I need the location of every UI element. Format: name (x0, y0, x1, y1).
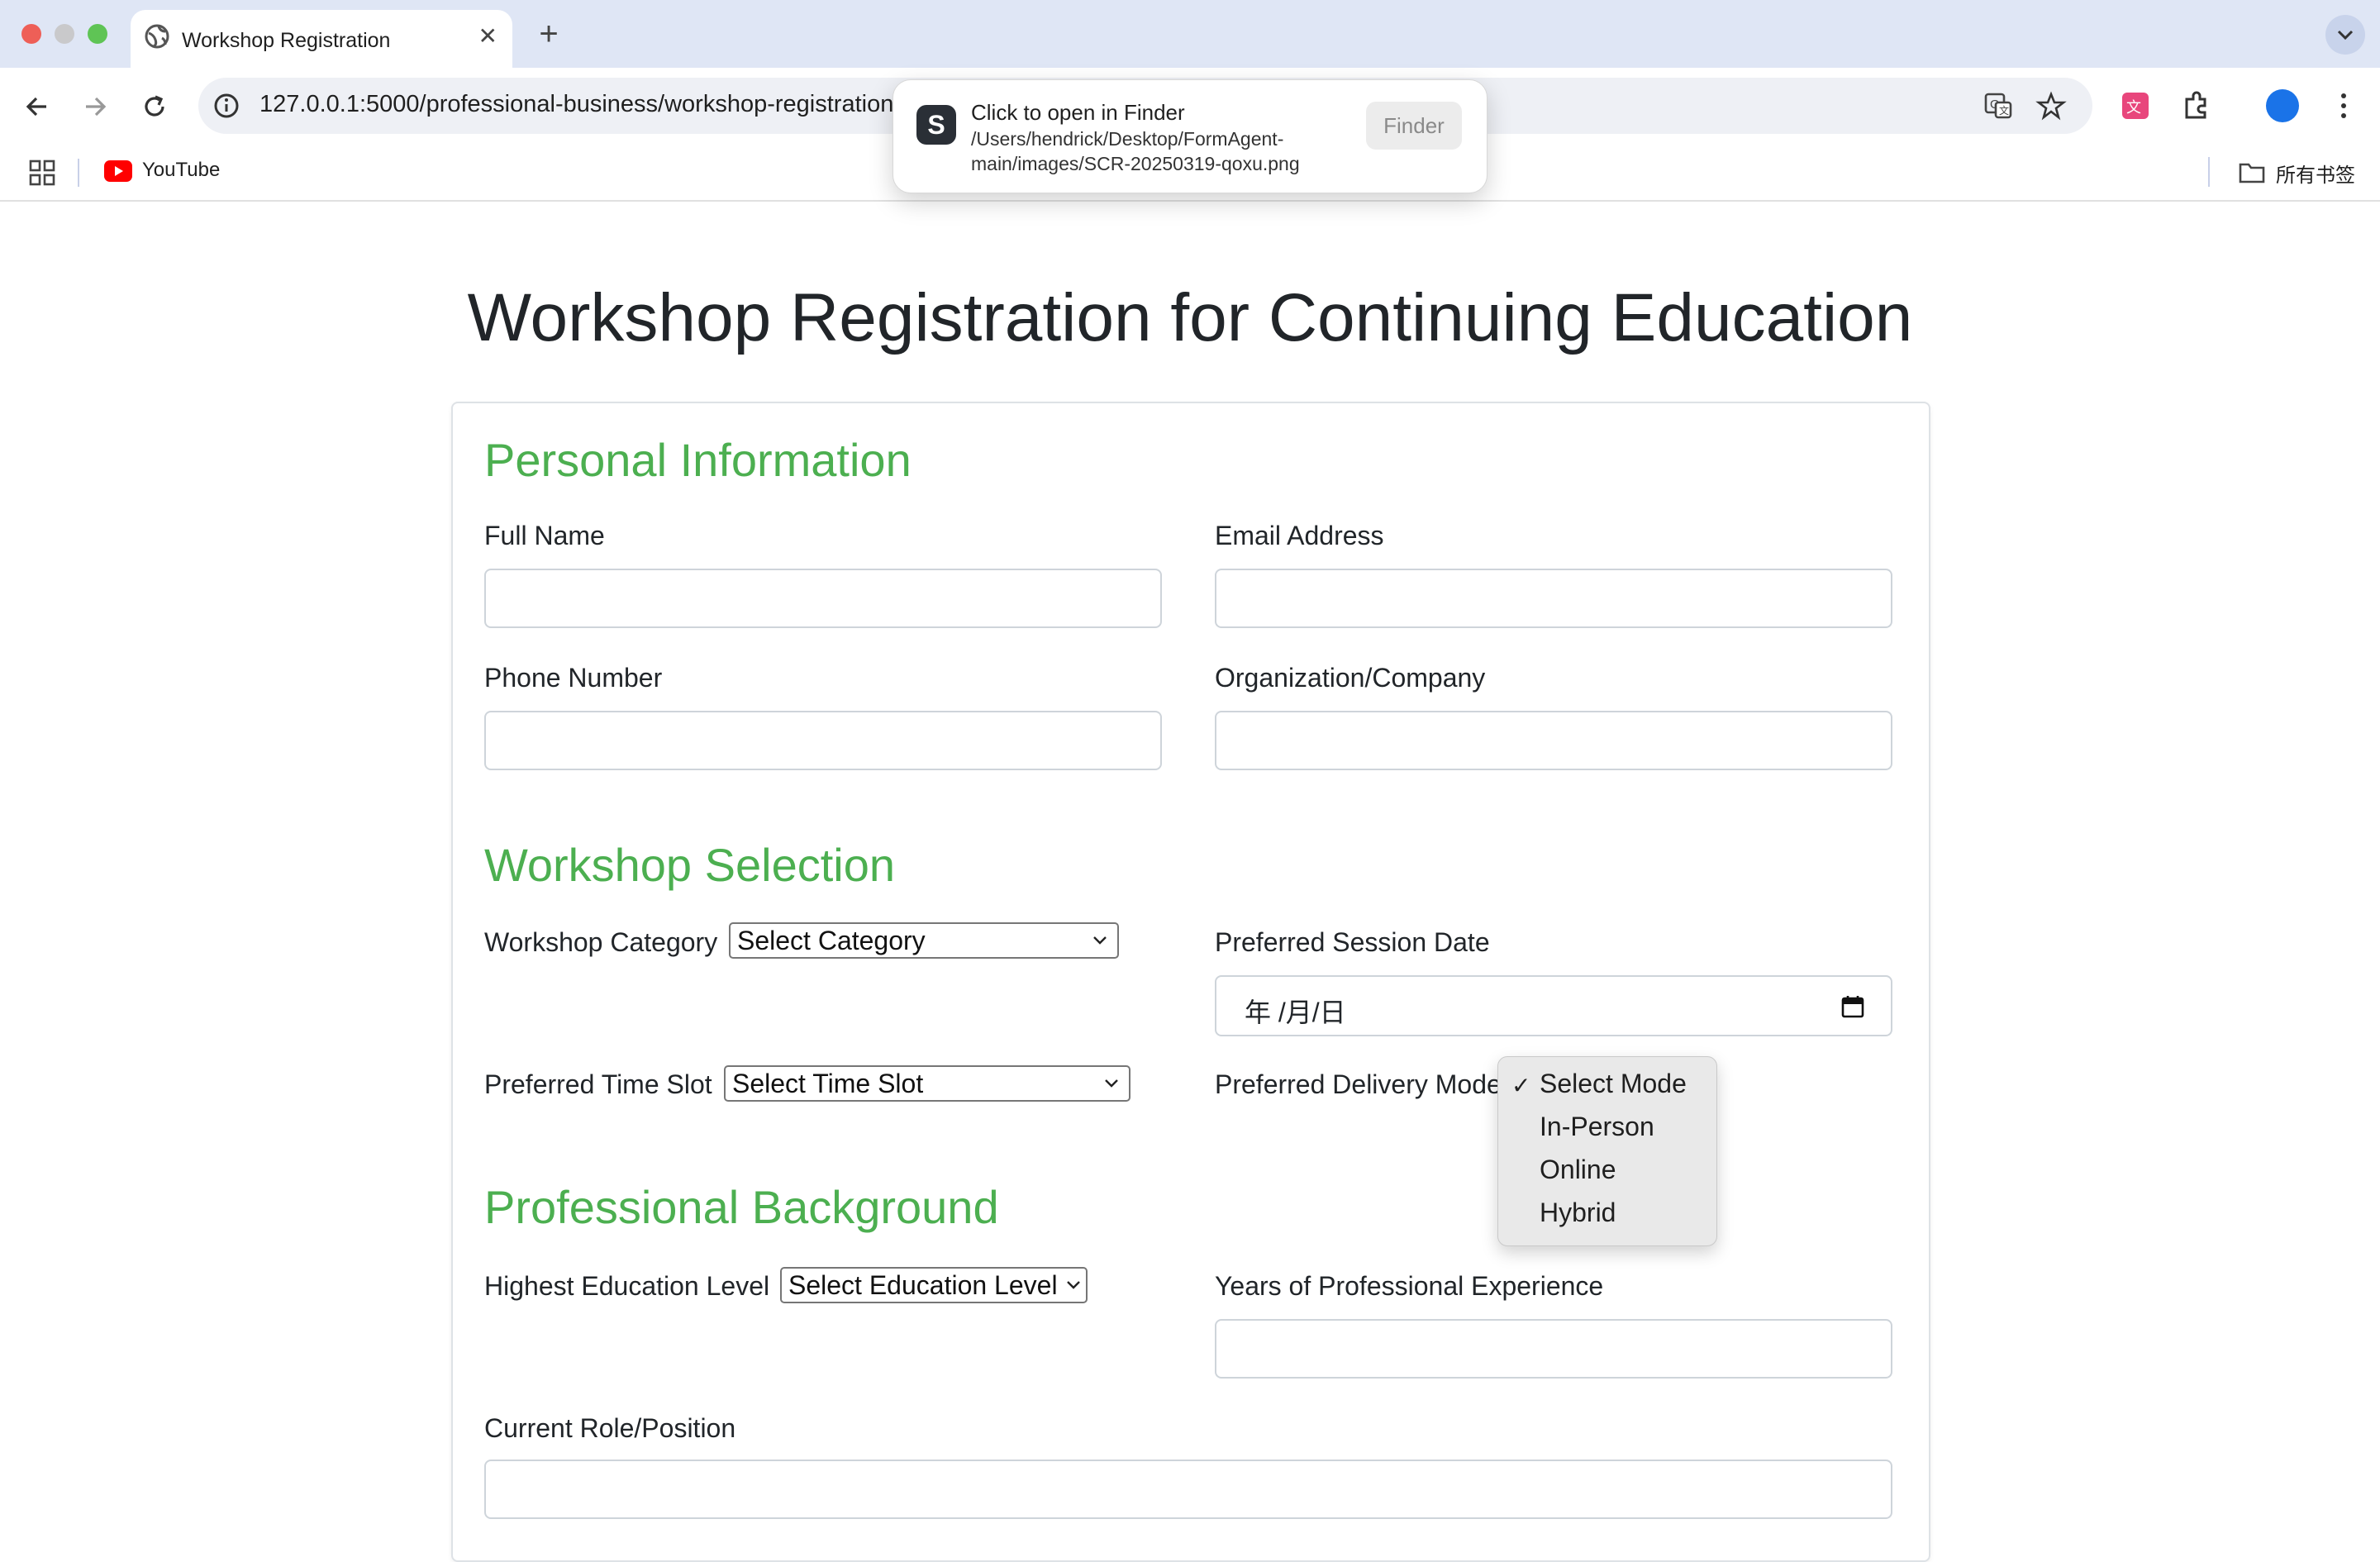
reload-icon[interactable] (136, 88, 174, 126)
full-name-label: Full Name (484, 521, 605, 550)
new-tab-button[interactable]: + (532, 13, 565, 55)
url-text: 127.0.0.1:5000/professional-business/wor… (259, 91, 894, 117)
section-heading-background: Professional Background (484, 1181, 999, 1233)
youtube-icon (104, 160, 132, 182)
site-info-icon[interactable] (210, 89, 243, 122)
calendar-icon[interactable] (1840, 993, 1866, 1020)
workshop-category-select[interactable]: Select Category (729, 922, 1119, 959)
minimize-window-button[interactable] (55, 24, 74, 44)
tab-title: Workshop Registration (182, 29, 391, 52)
popup-title: Click to open in Finder (971, 100, 1185, 125)
chevron-down-icon (1093, 936, 1107, 945)
extension-icon[interactable]: 文 (2117, 88, 2154, 124)
organization-input[interactable] (1215, 711, 1892, 770)
delivery-option-hybrid[interactable]: Hybrid (1540, 1198, 1616, 1228)
delivery-option-online[interactable]: Online (1540, 1155, 1616, 1185)
browser-tab[interactable]: Workshop Registration ✕ (131, 10, 512, 68)
translate-icon[interactable]: G 文 (1982, 89, 2015, 122)
maximize-window-button[interactable] (88, 24, 107, 44)
profile-avatar[interactable] (2266, 89, 2299, 122)
time-slot-label: Preferred Time Slot (484, 1069, 712, 1099)
phone-input[interactable] (484, 711, 1162, 770)
close-window-button[interactable] (21, 24, 41, 44)
session-date-placeholder: 年 /月/日 (1245, 998, 1346, 1027)
download-finder-popup[interactable]: S Click to open in Finder /Users/hendric… (892, 79, 1488, 193)
bookmark-star-icon[interactable] (2035, 89, 2068, 122)
menu-kebab-icon[interactable] (2325, 88, 2362, 124)
education-level-select[interactable]: Select Education Level (780, 1267, 1088, 1303)
time-slot-value: Select Time Slot (732, 1069, 924, 1098)
full-name-input[interactable] (484, 569, 1162, 628)
experience-label: Years of Professional Experience (1215, 1271, 1604, 1301)
tab-close-icon[interactable]: ✕ (478, 24, 497, 49)
delivery-mode-label: Preferred Delivery Mode (1215, 1069, 1502, 1099)
delivery-option-in-person[interactable]: In-Person (1540, 1112, 1654, 1142)
popup-file-path: /Users/hendrick/Desktop/FormAgent-main/i… (971, 128, 1300, 174)
delivery-option-select-mode[interactable]: Select Mode (1540, 1069, 1687, 1099)
apps-grid-icon[interactable] (28, 159, 56, 187)
workshop-category-value: Select Category (737, 926, 926, 955)
tab-search-button[interactable] (2325, 15, 2365, 55)
svg-text:文: 文 (1999, 104, 2009, 117)
open-in-finder-button[interactable]: Finder (1366, 102, 1462, 150)
section-heading-workshop: Workshop Selection (484, 839, 895, 891)
chevron-down-icon (1105, 1079, 1118, 1088)
current-role-label: Current Role/Position (484, 1413, 736, 1443)
session-date-input[interactable]: 年 /月/日 (1215, 975, 1892, 1036)
folder-icon (2239, 163, 2265, 183)
email-input[interactable] (1215, 569, 1892, 628)
screenshot-app-icon: S (916, 105, 956, 145)
time-slot-select[interactable]: Select Time Slot (724, 1065, 1130, 1102)
education-level-value: Select Education Level (788, 1270, 1058, 1300)
experience-input[interactable] (1215, 1319, 1892, 1379)
organization-label: Organization/Company (1215, 663, 1486, 693)
puzzle-icon[interactable] (2178, 88, 2215, 124)
email-label: Email Address (1215, 521, 1384, 550)
all-bookmarks[interactable]: 所有书签 (2276, 159, 2355, 188)
workshop-category-label: Workshop Category (484, 927, 718, 957)
chevron-down-icon (2337, 30, 2354, 40)
tab-strip: Workshop Registration ✕ + (0, 0, 2380, 68)
chevron-down-icon (1067, 1281, 1080, 1289)
bookmark-youtube[interactable]: YouTube (142, 159, 220, 182)
bookmarks-divider (78, 159, 79, 187)
globe-icon (145, 24, 169, 49)
page-title: Workshop Registration for Continuing Edu… (467, 280, 1913, 355)
forward-icon[interactable] (76, 88, 114, 126)
section-heading-personal: Personal Information (484, 434, 912, 486)
svg-text:文: 文 (2126, 99, 2141, 117)
session-date-label: Preferred Session Date (1215, 927, 1490, 957)
phone-label: Phone Number (484, 663, 663, 693)
checkmark-icon: ✓ (1511, 1073, 1531, 1098)
back-icon[interactable] (18, 88, 56, 126)
delivery-mode-dropdown: ✓ Select Mode In-Person Online Hybrid (1497, 1056, 1717, 1246)
bookmarks-divider (2208, 157, 2210, 187)
education-level-label: Highest Education Level (484, 1271, 770, 1301)
current-role-input[interactable] (484, 1460, 1892, 1519)
